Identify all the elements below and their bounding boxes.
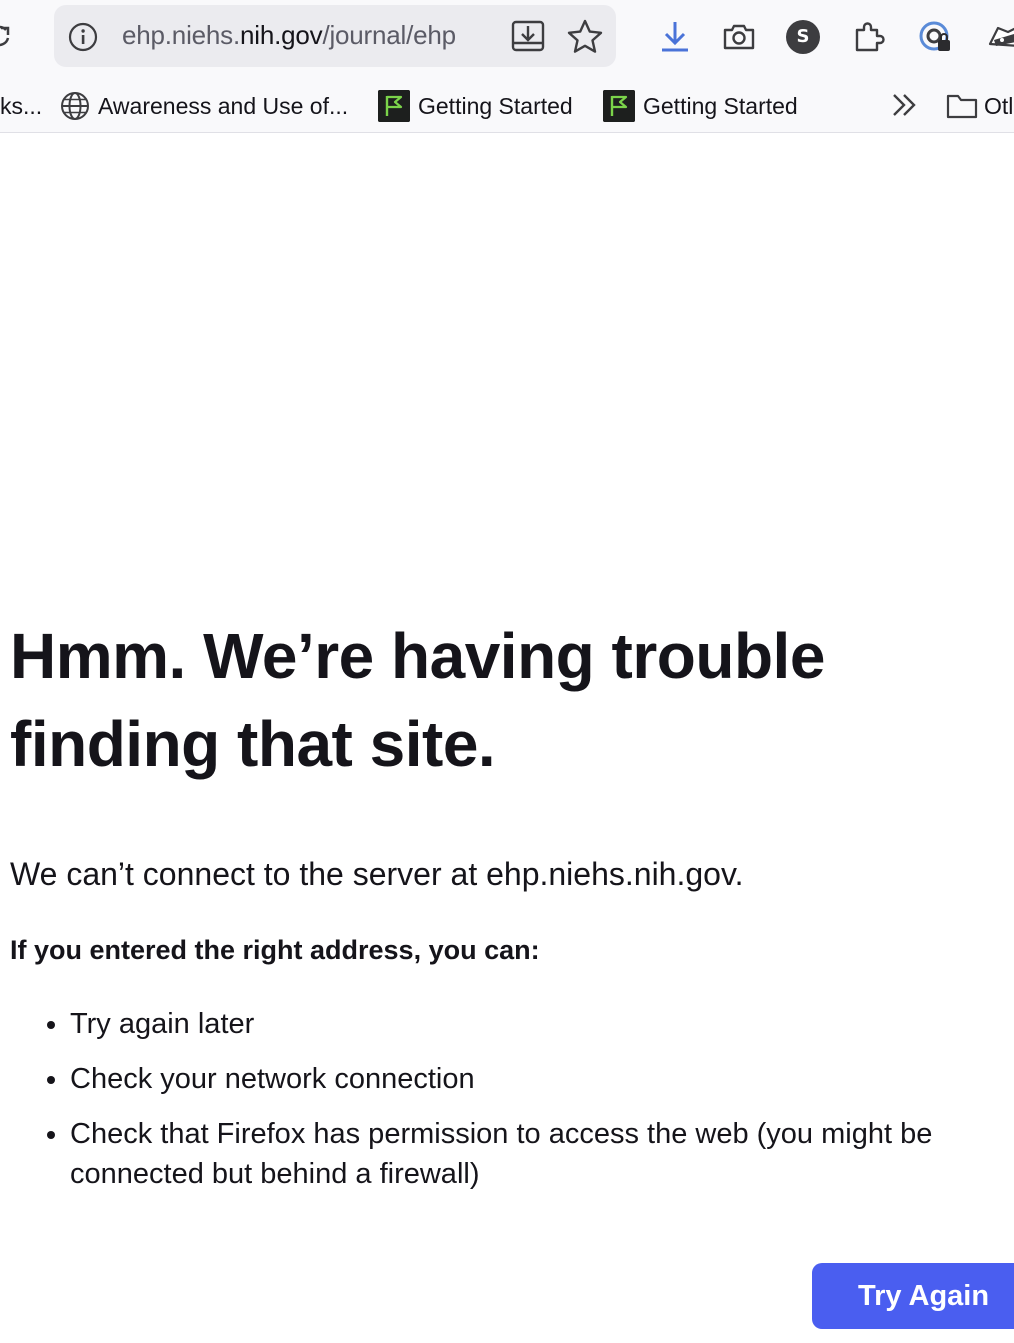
- flag-icon: [378, 90, 410, 122]
- chevron-double-right-icon[interactable]: [890, 90, 920, 120]
- bookmark-item-getting-started[interactable]: Getting Started: [378, 86, 573, 126]
- url-prefix: ehp.niehs.: [122, 20, 240, 50]
- profile-avatar[interactable]: S: [786, 20, 820, 54]
- other-bookmarks-folder[interactable]: Otl: [946, 86, 1013, 126]
- url-domain: nih.gov: [239, 20, 323, 50]
- list-item: Try again later: [70, 1004, 1014, 1044]
- raccoon-extension-icon[interactable]: [986, 18, 1014, 56]
- suggestions-heading: If you entered the right address, you ca…: [10, 935, 540, 965]
- extensions-puzzle-icon[interactable]: [850, 18, 888, 56]
- bookmark-label: Getting Started: [418, 92, 573, 119]
- list-item: Check your network connection: [70, 1059, 1014, 1099]
- downloads-icon[interactable]: [656, 18, 694, 56]
- url-path: /journal/ehp: [322, 20, 456, 50]
- password-manager-extension-icon[interactable]: [916, 18, 954, 56]
- bookmark-item-truncated[interactable]: ks...: [0, 86, 42, 126]
- browser-toolbar: ehp.niehs.nih.gov/journal/ehp S ks... Aw…: [0, 0, 1014, 133]
- bookmark-star-icon[interactable]: [566, 18, 604, 56]
- screenshot-camera-icon[interactable]: [720, 18, 758, 56]
- error-title: Hmm. We’re having trouble finding that s…: [10, 620, 825, 780]
- globe-icon: [61, 92, 89, 120]
- url-text[interactable]: ehp.niehs.nih.gov/journal/ehp: [122, 20, 456, 51]
- reload-icon[interactable]: [0, 22, 14, 50]
- save-to-pocket-icon[interactable]: [510, 18, 546, 54]
- bookmark-item-awareness[interactable]: Awareness and Use of...: [60, 86, 348, 126]
- list-item: Check that Firefox has permission to acc…: [70, 1114, 1014, 1194]
- folder-icon: [946, 94, 978, 119]
- site-info-icon[interactable]: [68, 22, 98, 52]
- bookmark-label: ks...: [0, 92, 43, 119]
- try-again-button[interactable]: Try Again: [812, 1263, 1014, 1329]
- flag-icon: [603, 90, 635, 122]
- error-description: We can’t connect to the server at ehp.ni…: [10, 856, 744, 892]
- bookmark-label: Otl: [984, 92, 1014, 119]
- bookmark-label: Awareness and Use of...: [98, 92, 349, 119]
- suggestions-list: Try again later Check your network conne…: [30, 1004, 1014, 1209]
- bookmark-item-getting-started-2[interactable]: Getting Started: [603, 86, 798, 126]
- bookmark-label: Getting Started: [643, 92, 798, 119]
